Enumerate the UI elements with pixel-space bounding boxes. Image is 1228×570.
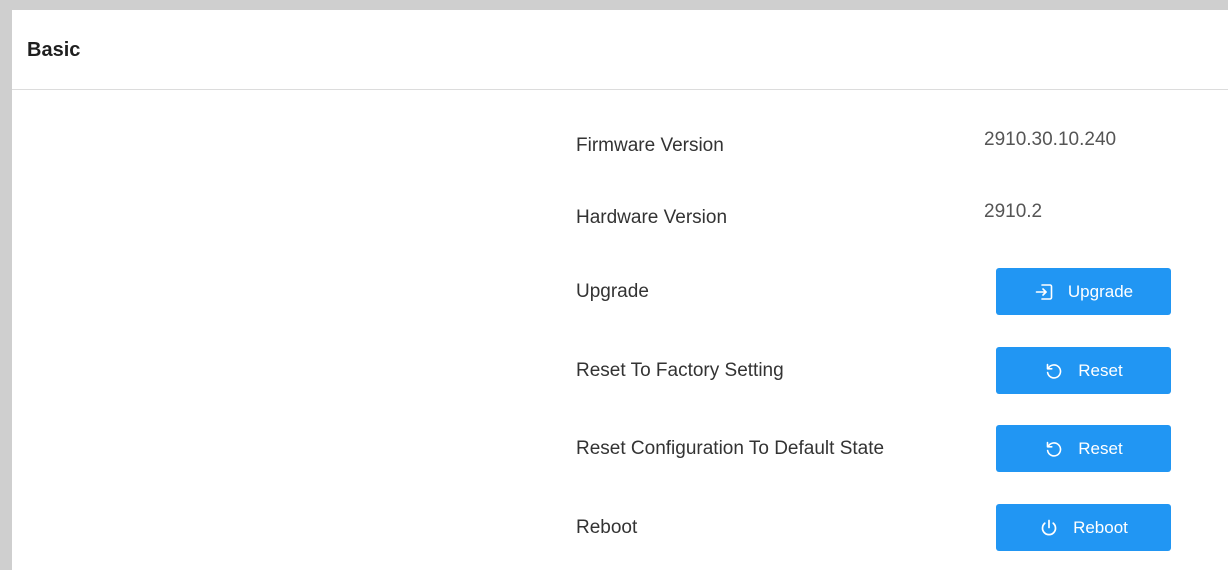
firmware-version-label: Firmware Version [576,135,724,156]
factory-reset-button[interactable]: Reset [996,347,1171,394]
hardware-version-value: 2910.2 [984,201,1043,222]
config-reset-button-label: Reset [1078,438,1123,458]
firmware-version-row: Firmware Version 2910.30.10.240 [12,129,1228,180]
factory-reset-label: Reset To Factory Setting [576,360,784,381]
firmware-version-value: 2910.30.10.240 [984,129,1117,150]
power-icon [1039,518,1059,538]
upgrade-button-label: Upgrade [1067,281,1134,301]
config-reset-label: Reset Configuration To Default State [576,438,885,459]
reset-icon [1044,361,1064,381]
hardware-version-label: Hardware Version [576,207,728,228]
upload-enter-icon [1034,282,1054,302]
hardware-version-row: Hardware Version 2910.2 [12,201,1228,252]
upgrade-label: Upgrade [576,281,649,302]
reboot-button-label: Reboot [1073,517,1128,537]
reboot-button[interactable]: Reboot [996,504,1171,551]
reboot-row: Reboot Reboot [12,504,1228,554]
factory-reset-button-label: Reset [1078,360,1123,380]
config-reset-row: Reset Configuration To Default State Res… [12,425,1228,475]
reset-icon [1044,439,1064,459]
config-reset-button[interactable]: Reset [996,425,1171,472]
reboot-label: Reboot [576,517,638,538]
upgrade-row: Upgrade Upgrade [12,268,1228,318]
factory-reset-row: Reset To Factory Setting Reset [12,347,1228,397]
upgrade-button[interactable]: Upgrade [996,268,1171,315]
panel-title: Basic [27,39,81,61]
basic-panel: Basic Firmware Version 2910.30.10.240 Ha… [12,10,1228,570]
panel-header: Basic [12,10,1228,90]
